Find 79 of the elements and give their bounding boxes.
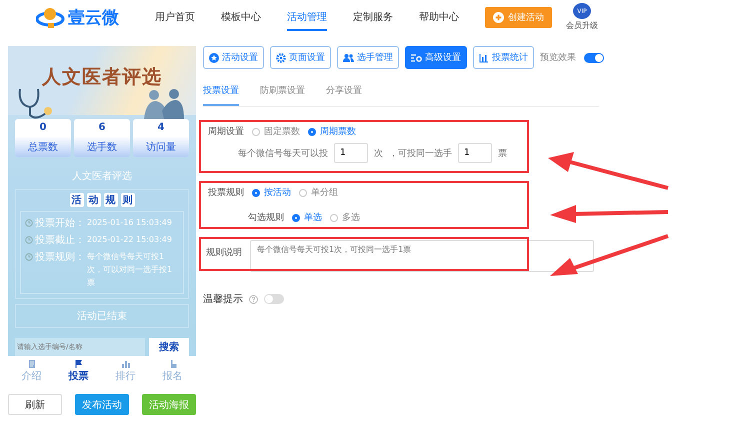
sentence-text: 每个微信号每天可以投 [238,148,328,160]
rule-text-field[interactable]: 每个微信号每天可投1次，可投同一选手1票 [250,240,594,272]
bar-chart-icon [479,52,489,62]
field-label: 规则说明 [206,246,242,259]
field-label: 温馨提示 [203,292,243,306]
settings-tab[interactable]: 防刷票设置 [260,79,305,106]
toolbar-tab[interactable]: 投票统计 [473,46,534,69]
rule-label: 投票截止： [35,234,85,247]
unit-text: 票 [498,148,507,160]
nav-link[interactable]: 用户首页 [155,4,195,30]
tip-toggle[interactable] [264,294,284,304]
radio-option[interactable]: 周期票数 [308,125,356,138]
nav-link[interactable]: 定制服务 [353,4,393,30]
tab-bar-item[interactable]: 排行 [116,359,136,383]
settings-tab[interactable]: 分享设置 [326,79,362,106]
rules-heading-char: 规 [104,193,118,207]
rules-heading-char: 活 [70,193,84,207]
settings-icon [411,52,422,62]
activity-name: 人文医者评选 [71,170,133,183]
document-icon [26,359,36,369]
stat-label: 总票数 [28,140,58,154]
preview-toggle[interactable] [584,52,604,62]
toolbar-tab[interactable]: 选手管理 [337,46,399,69]
radio-option[interactable]: 单选 [292,211,322,224]
tab-bar-item[interactable]: 报名 [162,359,182,383]
upgrade-link[interactable]: 会员升级 [566,20,598,31]
radio-option[interactable]: 多选 [330,211,360,224]
rule-value: 2025-01-22 15:03:49 [87,234,172,246]
stat-value: 0 [40,122,46,134]
plus-icon [493,12,504,22]
toolbar-tab[interactable]: 活动设置 [203,46,264,69]
help-icon[interactable] [249,294,258,304]
sentence-text: ，可投同一选手 [389,148,452,160]
rules-heading-char: 则 [120,193,134,207]
status-bar: 活动已结束 [15,304,189,328]
poster-button[interactable]: 活动海报 [142,394,196,415]
radio-option[interactable]: 按活动 [252,186,291,199]
publish-button[interactable]: 发布活动 [75,394,129,415]
rules-heading-char: 动 [86,193,100,207]
rule-label: 投票规则： [35,250,85,264]
gear-icon [276,52,286,62]
rule-value: 每个微信号每天可投1次，可以对同一选手投1票 [87,251,174,289]
rule-value: 2025-01-16 15:03:49 [87,217,172,229]
tab-bar-item[interactable]: 介绍 [22,359,42,383]
nav-link[interactable]: 帮助中心 [419,4,459,30]
field-label: 勾选规则 [248,212,284,224]
star-icon [209,52,219,62]
preview-toggle-label: 预览效果 [540,52,576,64]
logo-icon [36,6,66,28]
unit-text: 次 [374,148,383,160]
clock-icon [25,253,33,261]
logo-text: 壹云微 [68,6,119,28]
field-label: 投票规则 [208,186,244,199]
stat-label: 选手数 [87,140,117,154]
banner-title: 人文医者评选 [42,64,162,90]
toolbar-tab[interactable]: 页面设置 [270,46,331,69]
toolbar-tab[interactable]: 高级设置 [405,46,467,69]
stat-value: 6 [98,122,106,134]
clock-icon [25,219,33,227]
radio-option[interactable]: 固定票数 [252,125,300,138]
votes-input[interactable]: 1 [458,143,492,163]
clock-icon [25,236,33,244]
search-button[interactable]: 搜索 [149,338,189,356]
nav-link[interactable]: 模板中心 [221,4,261,30]
radio-option[interactable]: 单分组 [299,186,338,199]
create-activity-button[interactable]: 创建活动 [485,6,552,28]
settings-tab[interactable]: 投票设置 [203,79,239,106]
people-silhouette-drawing [142,89,186,119]
people-icon [343,52,354,62]
bar-chart-icon [120,359,130,369]
stat-value: 4 [158,122,164,134]
times-input[interactable]: 1 [334,143,368,163]
tab-bar-item[interactable]: 投票 [68,359,88,383]
flag-icon [74,359,84,369]
stat-label: 访问量 [146,140,176,154]
nav-link[interactable]: 活动管理 [287,4,327,30]
refresh-button[interactable]: 刷新 [8,394,62,415]
rule-label: 投票开始： [35,216,85,230]
field-label: 周期设置 [208,126,244,138]
